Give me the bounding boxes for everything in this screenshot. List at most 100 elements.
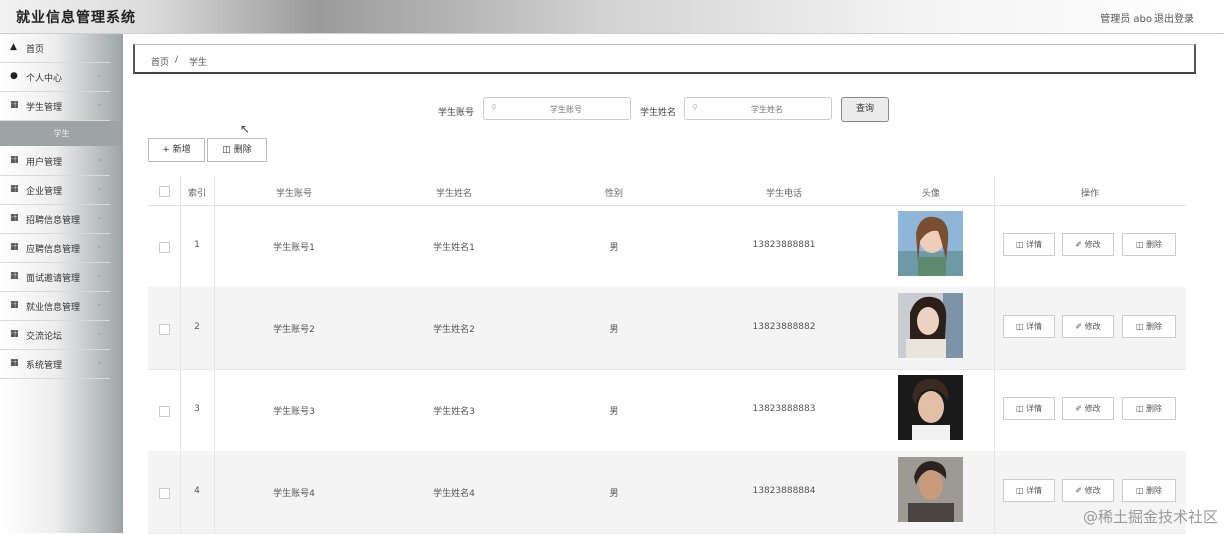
watermark: @稀土掘金技术社区 <box>1082 508 1218 526</box>
sidebar-item-home[interactable]: ▲ 首页 <box>0 34 110 63</box>
trash-icon: ◫ <box>1135 240 1144 249</box>
trash-icon: ◫ <box>222 145 231 155</box>
chevron-down-icon: ⌄ <box>96 241 103 250</box>
search-icon: ⚲ <box>692 103 698 112</box>
edit-button[interactable]: ✐ 修改 <box>1062 233 1114 256</box>
cell-account: 学生账号4 <box>273 489 315 499</box>
delete-button-label: 删除 <box>233 145 252 155</box>
table-row: 2 学生账号2 学生姓名2 男 13823888882 ◫ 详情 ✐ 修改 ◫ … <box>148 287 1186 370</box>
sidebar-item-label: 学生管理 <box>26 103 63 113</box>
avatar <box>898 457 963 522</box>
cell-name: 学生姓名4 <box>433 489 475 499</box>
add-button[interactable]: + 新增 <box>148 138 205 162</box>
account-search-label: 学生账号 <box>438 108 475 118</box>
header-account: 学生账号 <box>275 189 312 199</box>
header-avatar: 头像 <box>921 189 940 199</box>
name-search-box[interactable]: ⚲ <box>684 97 832 120</box>
detail-button[interactable]: ◫ 详情 <box>1003 315 1055 338</box>
grid-icon: ▦ <box>10 100 19 110</box>
sidebar-item-recruitment[interactable]: ▦ 招聘信息管理 ⌄ <box>0 205 110 234</box>
query-button[interactable]: 查询 <box>841 97 889 122</box>
sidebar-item-users[interactable]: ▦ 用户管理 ⌄ <box>0 147 110 176</box>
column-divider <box>180 175 181 533</box>
detail-button-label: 详情 <box>1026 240 1043 249</box>
chevron-down-icon: ⌄ <box>96 357 103 366</box>
edit-button-label: 修改 <box>1084 486 1101 495</box>
sidebar-item-label: 招聘信息管理 <box>26 216 81 226</box>
cell-account: 学生账号3 <box>273 407 315 417</box>
top-header: 就业信息管理系统 管理员 abo 退出登录 <box>0 0 1224 34</box>
cell-gender: 男 <box>609 243 619 253</box>
edit-button[interactable]: ✐ 修改 <box>1062 479 1114 502</box>
logout-link[interactable]: 退出登录 <box>1154 10 1194 25</box>
sidebar-item-label: 就业信息管理 <box>26 303 81 313</box>
row-delete-button[interactable]: ◫ 删除 <box>1122 233 1176 256</box>
sidebar-item-companies[interactable]: ▦ 企业管理 ⌄ <box>0 176 110 205</box>
cell-gender: 男 <box>609 407 619 417</box>
row-delete-button-label: 删除 <box>1146 322 1163 331</box>
detail-button[interactable]: ◫ 详情 <box>1003 397 1055 420</box>
delete-button[interactable]: ◫ 删除 <box>207 138 267 162</box>
detail-button-label: 详情 <box>1026 404 1043 413</box>
detail-button[interactable]: ◫ 详情 <box>1003 233 1055 256</box>
edit-button-label: 修改 <box>1084 322 1101 331</box>
sidebar-item-students[interactable]: ▦ 学生管理 ⌄ <box>0 92 110 121</box>
sidebar-item-label: 面试邀请管理 <box>26 274 81 284</box>
sidebar-item-label: 个人中心 <box>26 74 63 84</box>
detail-button[interactable]: ◫ 详情 <box>1003 479 1055 502</box>
current-user: 管理员 abo <box>1100 14 1152 25</box>
detail-button-label: 详情 <box>1026 486 1043 495</box>
cell-phone: 13823888881 <box>752 240 816 250</box>
avatar <box>898 211 963 276</box>
chevron-down-icon: ⌄ <box>96 212 103 221</box>
row-delete-button[interactable]: ◫ 删除 <box>1122 397 1176 420</box>
cell-phone: 13823888883 <box>752 404 816 414</box>
grid-icon: ▦ <box>10 242 19 252</box>
sidebar-item-system[interactable]: ▦ 系统管理 ⌄ <box>0 350 110 379</box>
account-search-box[interactable]: ⚲ <box>483 97 631 120</box>
account-search-input[interactable] <box>504 101 628 118</box>
grid-icon: ▦ <box>10 358 19 368</box>
edit-icon: ✐ <box>1075 322 1083 331</box>
name-search-input[interactable] <box>705 101 829 118</box>
header-gender: 性别 <box>604 189 623 199</box>
trash-icon: ◫ <box>1135 486 1144 495</box>
table-row: 3 学生账号3 学生姓名3 男 13823888883 ◫ 详情 ✐ 修改 ◫ … <box>148 369 1186 452</box>
detail-icon: ◫ <box>1015 404 1024 413</box>
breadcrumb: 首页 / 学生 <box>133 44 1196 74</box>
row-checkbox[interactable] <box>159 488 170 499</box>
breadcrumb-separator: / <box>175 55 179 65</box>
column-divider <box>214 175 215 533</box>
edit-icon: ✐ <box>1075 404 1083 413</box>
cell-name: 学生姓名2 <box>433 325 475 335</box>
chevron-down-icon: ⌄ <box>96 154 103 163</box>
sidebar-subitem-students[interactable]: 学生 <box>0 121 123 146</box>
chevron-down-icon: ⌄ <box>96 183 103 192</box>
person-icon: ● <box>10 71 18 81</box>
row-checkbox[interactable] <box>159 242 170 253</box>
grid-icon: ▦ <box>10 155 19 165</box>
row-checkbox[interactable] <box>159 406 170 417</box>
sidebar-item-interviews[interactable]: ▦ 面试邀请管理 ⌄ <box>0 263 110 292</box>
sidebar-item-employment[interactable]: ▦ 就业信息管理 ⌄ <box>0 292 110 321</box>
cell-name: 学生姓名3 <box>433 407 475 417</box>
sidebar-item-label: 企业管理 <box>26 187 63 197</box>
detail-button-label: 详情 <box>1026 322 1043 331</box>
breadcrumb-home[interactable]: 首页 <box>151 55 169 68</box>
sidebar-item-forum[interactable]: ▦ 交流论坛 ⌄ <box>0 321 110 350</box>
home-icon: ▲ <box>10 42 17 52</box>
edit-button[interactable]: ✐ 修改 <box>1062 397 1114 420</box>
sidebar-item-applications[interactable]: ▦ 应聘信息管理 ⌄ <box>0 234 110 263</box>
row-delete-button-label: 删除 <box>1146 404 1163 413</box>
row-delete-button[interactable]: ◫ 删除 <box>1122 315 1176 338</box>
header-index: 索引 <box>187 189 206 199</box>
avatar <box>898 293 963 358</box>
edit-button[interactable]: ✐ 修改 <box>1062 315 1114 338</box>
select-all-checkbox[interactable] <box>159 186 170 197</box>
cell-gender: 男 <box>609 325 619 335</box>
row-delete-button[interactable]: ◫ 删除 <box>1122 479 1176 502</box>
header-name: 学生姓名 <box>435 189 472 199</box>
row-checkbox[interactable] <box>159 324 170 335</box>
cell-index: 4 <box>194 486 200 496</box>
sidebar-item-profile[interactable]: ● 个人中心 ⌄ <box>0 63 110 92</box>
